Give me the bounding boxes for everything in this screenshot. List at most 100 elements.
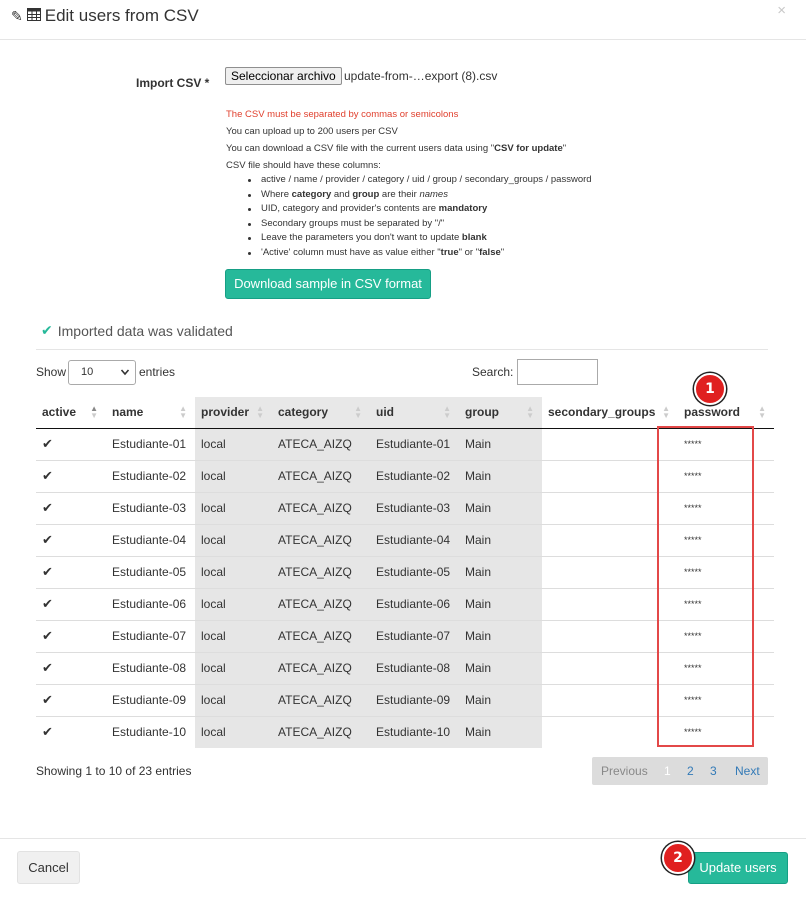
cell-uid: Estudiante-05 [370,555,459,588]
table-row: ✔ Estudiante-06 local ATECA_AIZQ Estudiante-… [36,587,774,620]
cell-provider: local [195,491,272,524]
cell-password: ***** [684,439,702,449]
cell-category: ATECA_AIZQ [272,523,370,556]
cell-uid: Estudiante-09 [370,683,459,716]
cell-provider: local [195,587,272,620]
cell-category: ATECA_AIZQ [272,555,370,588]
cell-password: ***** [678,619,774,652]
page-size-select[interactable]: 10 [68,360,136,385]
cell-category: ATECA_AIZQ [272,619,370,652]
sort-asc-icon: ▲ ▼ [90,404,98,420]
cell-provider: local [195,459,272,492]
sort-icon: ▲ ▼ [354,404,362,420]
selected-file-name: update-from-…export (8).csv [344,69,498,83]
col-header-name[interactable]: name ▲ ▼ [106,397,195,429]
active-check-icon: ✔ [36,587,106,620]
search-label: Search: [472,365,514,379]
cell-password: ***** [678,683,774,716]
columns-intro-text: CSV file should have these columns: [226,160,381,171]
cell-name: Estudiante-02 [106,459,195,492]
cancel-button[interactable]: Cancel [17,851,80,884]
cell-secondary-groups [542,428,678,460]
pagination: Previous 1 2 3 Next [592,757,768,785]
cell-group: Main [459,459,542,492]
cell-password: ***** [678,491,774,524]
active-check-icon: ✔ [36,715,106,748]
modal-footer [0,838,806,839]
cell-group: Main [459,587,542,620]
cell-secondary-groups [542,683,678,716]
table-icon [26,8,41,24]
annotation-badge-1: 1 [694,373,726,405]
col-header-active[interactable]: active ▲ ▼ [36,397,106,429]
cell-group: Main [459,683,542,716]
table-info: Showing 1 to 10 of 23 entries [36,764,192,778]
cell-name: Estudiante-09 [106,683,195,716]
active-check-icon: ✔ [36,459,106,492]
col-header-provider[interactable]: provider ▲ ▼ [195,397,272,429]
page-2-button[interactable]: 2 [687,764,694,778]
cell-provider: local [195,683,272,716]
cell-group: Main [459,651,542,684]
table-row: ✔ Estudiante-01 local ATECA_AIZQ Estudiante-… [36,428,774,460]
cell-secondary-groups [542,523,678,556]
upload-limit-text: You can upload up to 200 users per CSV [226,126,398,137]
cell-password: ***** [678,715,774,748]
cell-group: Main [459,428,542,460]
table-row: ✔ Estudiante-02 local ATECA_AIZQ Estudiante-… [36,459,774,492]
next-page-button[interactable]: Next [735,764,760,778]
cell-group: Main [459,523,542,556]
col-header-uid[interactable]: uid ▲ ▼ [370,397,459,429]
cell-uid: Estudiante-06 [370,587,459,620]
modal-title: ✎ Edit users from CSV [11,6,199,26]
cell-provider: local [195,619,272,652]
list-item: Secondary groups must be separated by "/… [226,217,686,232]
page-3-button[interactable]: 3 [710,764,717,778]
close-icon[interactable]: × [777,2,786,19]
col-header-category[interactable]: category ▲ ▼ [272,397,370,429]
cell-name: Estudiante-07 [106,619,195,652]
cell-name: Estudiante-06 [106,587,195,620]
active-check-icon: ✔ [36,491,106,524]
validation-status: ✔ Imported data was validated [41,322,233,339]
cell-name: Estudiante-04 [106,523,195,556]
cell-secondary-groups [542,555,678,588]
sort-icon: ▲ ▼ [662,404,670,420]
sort-icon: ▲ ▼ [526,404,534,420]
csv-help-text: The CSV must be separated by commas or s… [226,106,686,260]
divider [36,349,768,350]
cell-uid: Estudiante-04 [370,523,459,556]
active-check-icon: ✔ [36,555,106,588]
cell-category: ATECA_AIZQ [272,683,370,716]
cell-password: ***** [678,651,774,684]
table-header-row: active ▲ ▼ name ▲ ▼ provider ▲ ▼ category ▲ ▼ ui… [36,397,774,429]
table-row: ✔ Estudiante-09 local ATECA_AIZQ Estudiante-… [36,683,774,716]
col-header-secondary-groups[interactable]: secondary_groups ▲ ▼ [542,397,678,429]
download-hint-text: You can download a CSV file with the cur… [226,143,567,154]
download-sample-button[interactable]: Download sample in CSV format [225,269,431,299]
cell-category: ATECA_AIZQ [272,651,370,684]
cell-category: ATECA_AIZQ [272,491,370,524]
cell-secondary-groups [542,491,678,524]
check-icon: ✔ [41,322,53,338]
cell-name: Estudiante-10 [106,715,195,748]
sort-icon: ▲ ▼ [256,404,264,420]
cell-name: Estudiante-05 [106,555,195,588]
cell-secondary-groups [542,459,678,492]
annotation-badge-2: 2 [662,842,694,874]
cell-password: ***** [678,523,774,556]
cell-provider: local [195,555,272,588]
col-header-group[interactable]: group ▲ ▼ [459,397,542,429]
cell-group: Main [459,491,542,524]
update-users-button[interactable]: Update users [688,852,788,884]
show-label: Show [36,365,67,379]
previous-page-button[interactable]: Previous [601,764,648,778]
table-row: ✔ Estudiante-05 local ATECA_AIZQ Estudiante-… [36,555,774,588]
table-row: ✔ Estudiante-10 local ATECA_AIZQ Estudiante-… [36,715,774,748]
cell-secondary-groups [542,651,678,684]
search-input[interactable] [517,359,598,385]
file-select-button[interactable]: Seleccionar archivo [225,67,342,85]
col-header-password[interactable]: password ▲ ▼ [678,397,774,429]
cell-provider: local [195,428,272,460]
page-1-button[interactable]: 1 [664,764,671,778]
